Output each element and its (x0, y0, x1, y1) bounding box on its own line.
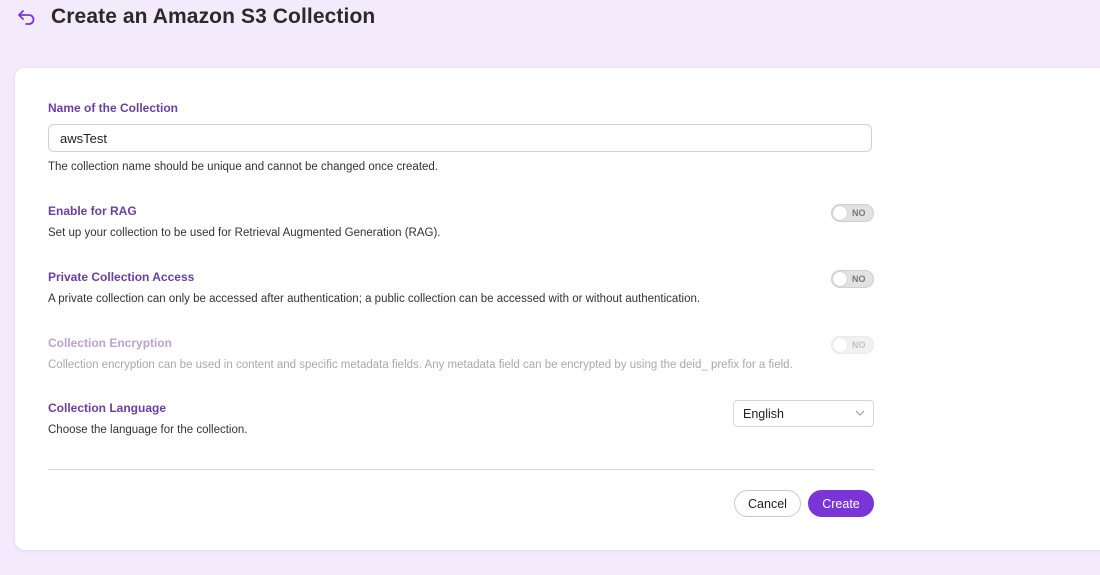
private-access-label: Private Collection Access (48, 270, 195, 284)
collection-name-input[interactable] (48, 124, 872, 152)
form-card: Name of the Collection The collection na… (15, 68, 1100, 550)
toggle-knob (833, 338, 847, 352)
back-arrow-icon (18, 10, 35, 25)
back-button[interactable] (16, 6, 38, 28)
rag-help: Set up your collection to be used for Re… (48, 227, 441, 239)
language-label: Collection Language (48, 401, 167, 415)
chevron-down-icon (855, 410, 865, 416)
language-selected-value: English (743, 407, 784, 421)
encryption-label: Collection Encryption (48, 336, 173, 350)
toggle-state-label: NO (852, 208, 866, 218)
toggle-knob (833, 206, 847, 220)
rag-label: Enable for RAG (48, 204, 137, 218)
collection-name-label: Name of the Collection (48, 101, 179, 115)
toggle-state-label: NO (852, 274, 866, 284)
language-help: Choose the language for the collection. (48, 424, 248, 436)
create-button[interactable]: Create (808, 490, 874, 517)
toggle-knob (833, 272, 847, 286)
cancel-button[interactable]: Cancel (734, 490, 801, 517)
rag-toggle[interactable]: NO (831, 204, 874, 222)
private-access-help: A private collection can only be accesse… (48, 293, 701, 305)
page-title: Create an Amazon S3 Collection (51, 5, 376, 28)
page-header: Create an Amazon S3 Collection (0, 0, 1100, 40)
encryption-toggle: NO (831, 336, 874, 354)
language-select[interactable]: English (733, 400, 874, 427)
encryption-help: Collection encryption can be used in con… (48, 359, 793, 371)
private-access-toggle[interactable]: NO (831, 270, 874, 288)
divider (48, 469, 874, 470)
toggle-state-label: NO (852, 340, 866, 350)
collection-name-help: The collection name should be unique and… (48, 161, 439, 173)
